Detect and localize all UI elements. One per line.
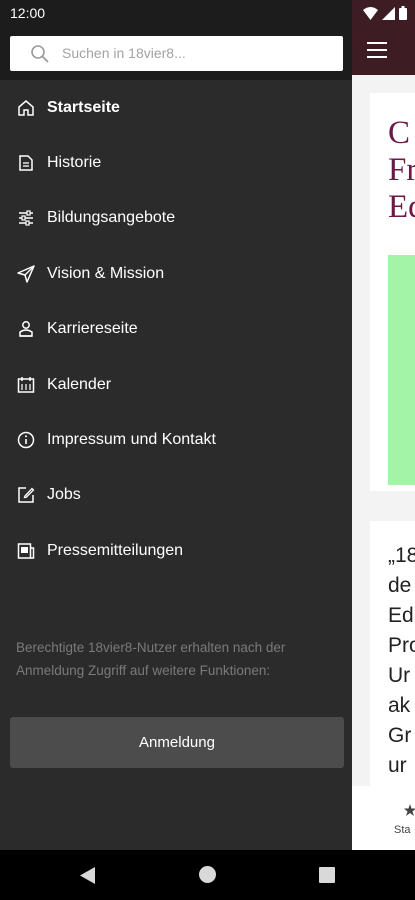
feature-card-title: C Fr Ed xyxy=(388,115,415,225)
press-icon xyxy=(17,543,35,559)
search-icon xyxy=(31,45,49,63)
signal-icon xyxy=(382,6,395,20)
background-app: C Fr Ed „18 de Ed Pro Ur ak Gr ur Sta xyxy=(352,28,415,850)
edit-icon xyxy=(18,487,35,504)
menu-item-label: Bildungsangebote xyxy=(47,209,176,227)
wifi-icon xyxy=(363,6,378,20)
recents-icon[interactable] xyxy=(319,867,335,883)
menu-item-label: Jobs xyxy=(47,486,81,504)
search-area xyxy=(0,28,352,80)
bottom-navigation: Sta xyxy=(352,786,415,850)
menu-item-label: Karriereseite xyxy=(47,320,138,338)
menu-item-bildungsangebote[interactable]: Bildungsangebote xyxy=(0,191,352,246)
bottom-nav-label[interactable]: Sta xyxy=(394,824,411,836)
search-box[interactable] xyxy=(10,36,343,71)
app-toolbar xyxy=(352,28,415,75)
drawer-menu: Startseite Historie Bildungsangebote Vis… xyxy=(0,80,352,579)
status-icons xyxy=(363,6,407,20)
menu-item-label: Vision & Mission xyxy=(47,264,165,282)
menu-item-label: Historie xyxy=(47,154,102,172)
home-icon xyxy=(18,99,34,116)
feature-card[interactable]: C Fr Ed xyxy=(370,93,415,491)
menu-item-startseite[interactable]: Startseite xyxy=(0,80,352,135)
menu-item-label: Pressemitteilungen xyxy=(47,541,184,559)
status-bar: 12:00 xyxy=(0,0,415,28)
menu-item-impressum-kontakt[interactable]: Impressum und Kontakt xyxy=(0,412,352,467)
back-icon[interactable] xyxy=(80,867,96,884)
system-navigation-bar xyxy=(0,850,415,900)
send-icon xyxy=(17,265,35,283)
menu-item-historie[interactable]: Historie xyxy=(0,135,352,190)
login-note: Berechtigte 18vier8-Nutzer erhalten nach… xyxy=(16,640,286,678)
quote-text: „18 de Ed Pro Ur ak Gr ur xyxy=(388,544,415,777)
search-input[interactable] xyxy=(62,45,332,61)
quote-card[interactable]: „18 de Ed Pro Ur ak Gr ur xyxy=(370,521,415,791)
menu-item-pressemitteilungen[interactable]: Pressemitteilungen xyxy=(0,523,352,578)
star-icon xyxy=(404,804,415,816)
menu-item-label: Startseite xyxy=(47,98,120,116)
calendar-icon xyxy=(17,376,35,393)
battery-icon xyxy=(399,6,407,20)
navigation-drawer: Startseite Historie Bildungsangebote Vis… xyxy=(0,28,352,850)
feature-card-image xyxy=(388,255,415,485)
sliders-icon xyxy=(19,210,33,227)
status-time: 12:00 xyxy=(10,5,46,21)
menu-item-karriereseite[interactable]: Karriereseite xyxy=(0,302,352,357)
menu-item-label: Impressum und Kontakt xyxy=(47,431,216,449)
menu-item-label: Kalender xyxy=(47,375,112,393)
menu-item-vision-mission[interactable]: Vision & Mission xyxy=(0,246,352,301)
menu-item-kalender[interactable]: Kalender xyxy=(0,357,352,412)
menu-item-jobs[interactable]: Jobs xyxy=(0,468,352,523)
info-icon xyxy=(17,431,35,449)
person-icon xyxy=(19,321,33,337)
document-icon xyxy=(19,155,33,171)
hamburger-menu-icon[interactable] xyxy=(367,42,387,58)
home-button-icon[interactable] xyxy=(199,866,216,883)
login-button[interactable]: Anmeldung xyxy=(10,717,344,768)
